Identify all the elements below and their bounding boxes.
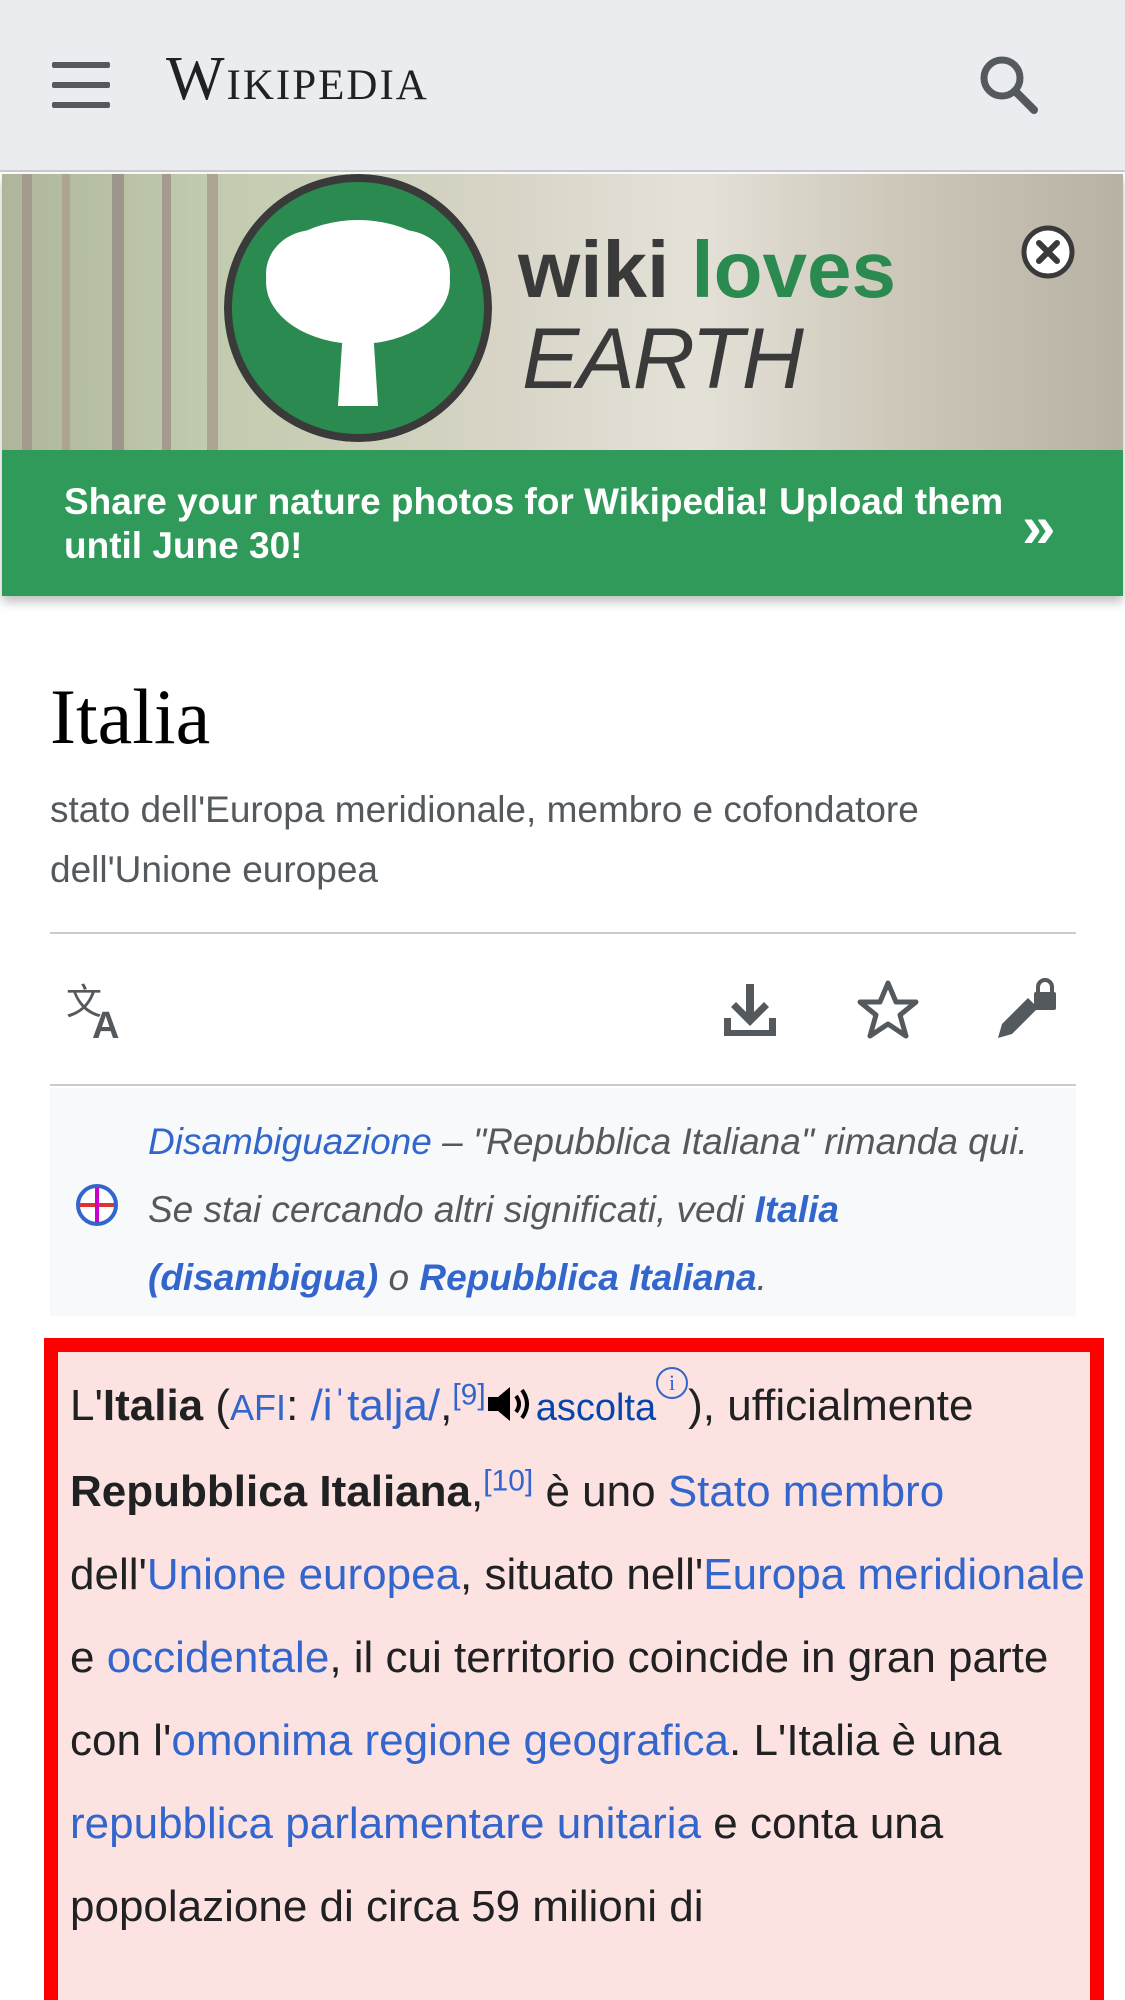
afi-link[interactable]: AFI [230,1387,286,1428]
page-description: stato dell'Europa meridionale, membro e … [50,789,919,890]
occidentale-link[interactable]: occidentale [107,1633,330,1682]
edit-locked-icon[interactable] [994,978,1058,1042]
disambiguation-link[interactable]: Disambiguazione [148,1121,432,1162]
unione-europea-link[interactable]: Unione europea [147,1550,460,1599]
stato-membro-link[interactable]: Stato membro [668,1467,944,1516]
info-icon[interactable]: i [656,1367,689,1399]
repubblica-italiana-link[interactable]: Repubblica Italiana [419,1257,756,1298]
omonima-regione-link[interactable]: omonima regione geografica [171,1716,729,1765]
top-bar: Wikipedia [0,0,1125,172]
language-icon[interactable]: 文 A [66,978,130,1042]
lead-paragraph-highlight: L'Italia (AFI: /iˈtalja/,[9] ascoltai), u… [44,1338,1104,2000]
search-icon[interactable] [976,52,1040,116]
close-icon[interactable] [1020,224,1076,280]
svg-text:A: A [92,1005,119,1042]
wikipedia-wordmark[interactable]: Wikipedia [166,44,429,115]
wiki-loves-earth-logo [224,174,492,442]
page-title: Italia [50,673,211,760]
hatnote-text: Disambiguazione – "Repubblica Italiana" … [148,1121,1028,1298]
divider [50,1084,1076,1086]
disambiguation-icon [76,1184,118,1226]
ipa-link[interactable]: /iˈtalja/ [311,1381,441,1430]
hamburger-menu-icon[interactable] [52,62,110,108]
chevron-right-icon[interactable]: » [1022,492,1055,561]
repubblica-parlamentare-link[interactable]: repubblica parlamentare unitaria [70,1799,701,1848]
speaker-icon[interactable] [486,1384,536,1424]
divider [50,932,1076,934]
banner-message: Share your nature photos for Wikipedia! … [64,481,1004,566]
lead-paragraph: L'Italia (AFI: /iˈtalja/,[9] ascoltai), u… [70,1364,1090,1948]
logo-earth-text: EARTH [522,311,804,407]
reference-9[interactable]: [9] [452,1378,485,1411]
campaign-banner[interactable]: wiki loves EARTH Share your nature photo… [2,174,1123,596]
europa-meridionale-link[interactable]: Europa meridionale [703,1550,1085,1599]
download-icon[interactable] [718,978,782,1042]
logo-wordmark: wiki loves [518,225,896,314]
reference-10[interactable]: [10] [483,1464,533,1497]
listen-link[interactable]: ascolta [536,1387,656,1429]
watch-star-icon[interactable] [856,978,920,1042]
disambiguation-hatnote: Disambiguazione – "Repubblica Italiana" … [50,1088,1076,1316]
banner-photo: wiki loves EARTH [2,174,1123,450]
banner-message-strip[interactable]: Share your nature photos for Wikipedia! … [2,450,1123,596]
